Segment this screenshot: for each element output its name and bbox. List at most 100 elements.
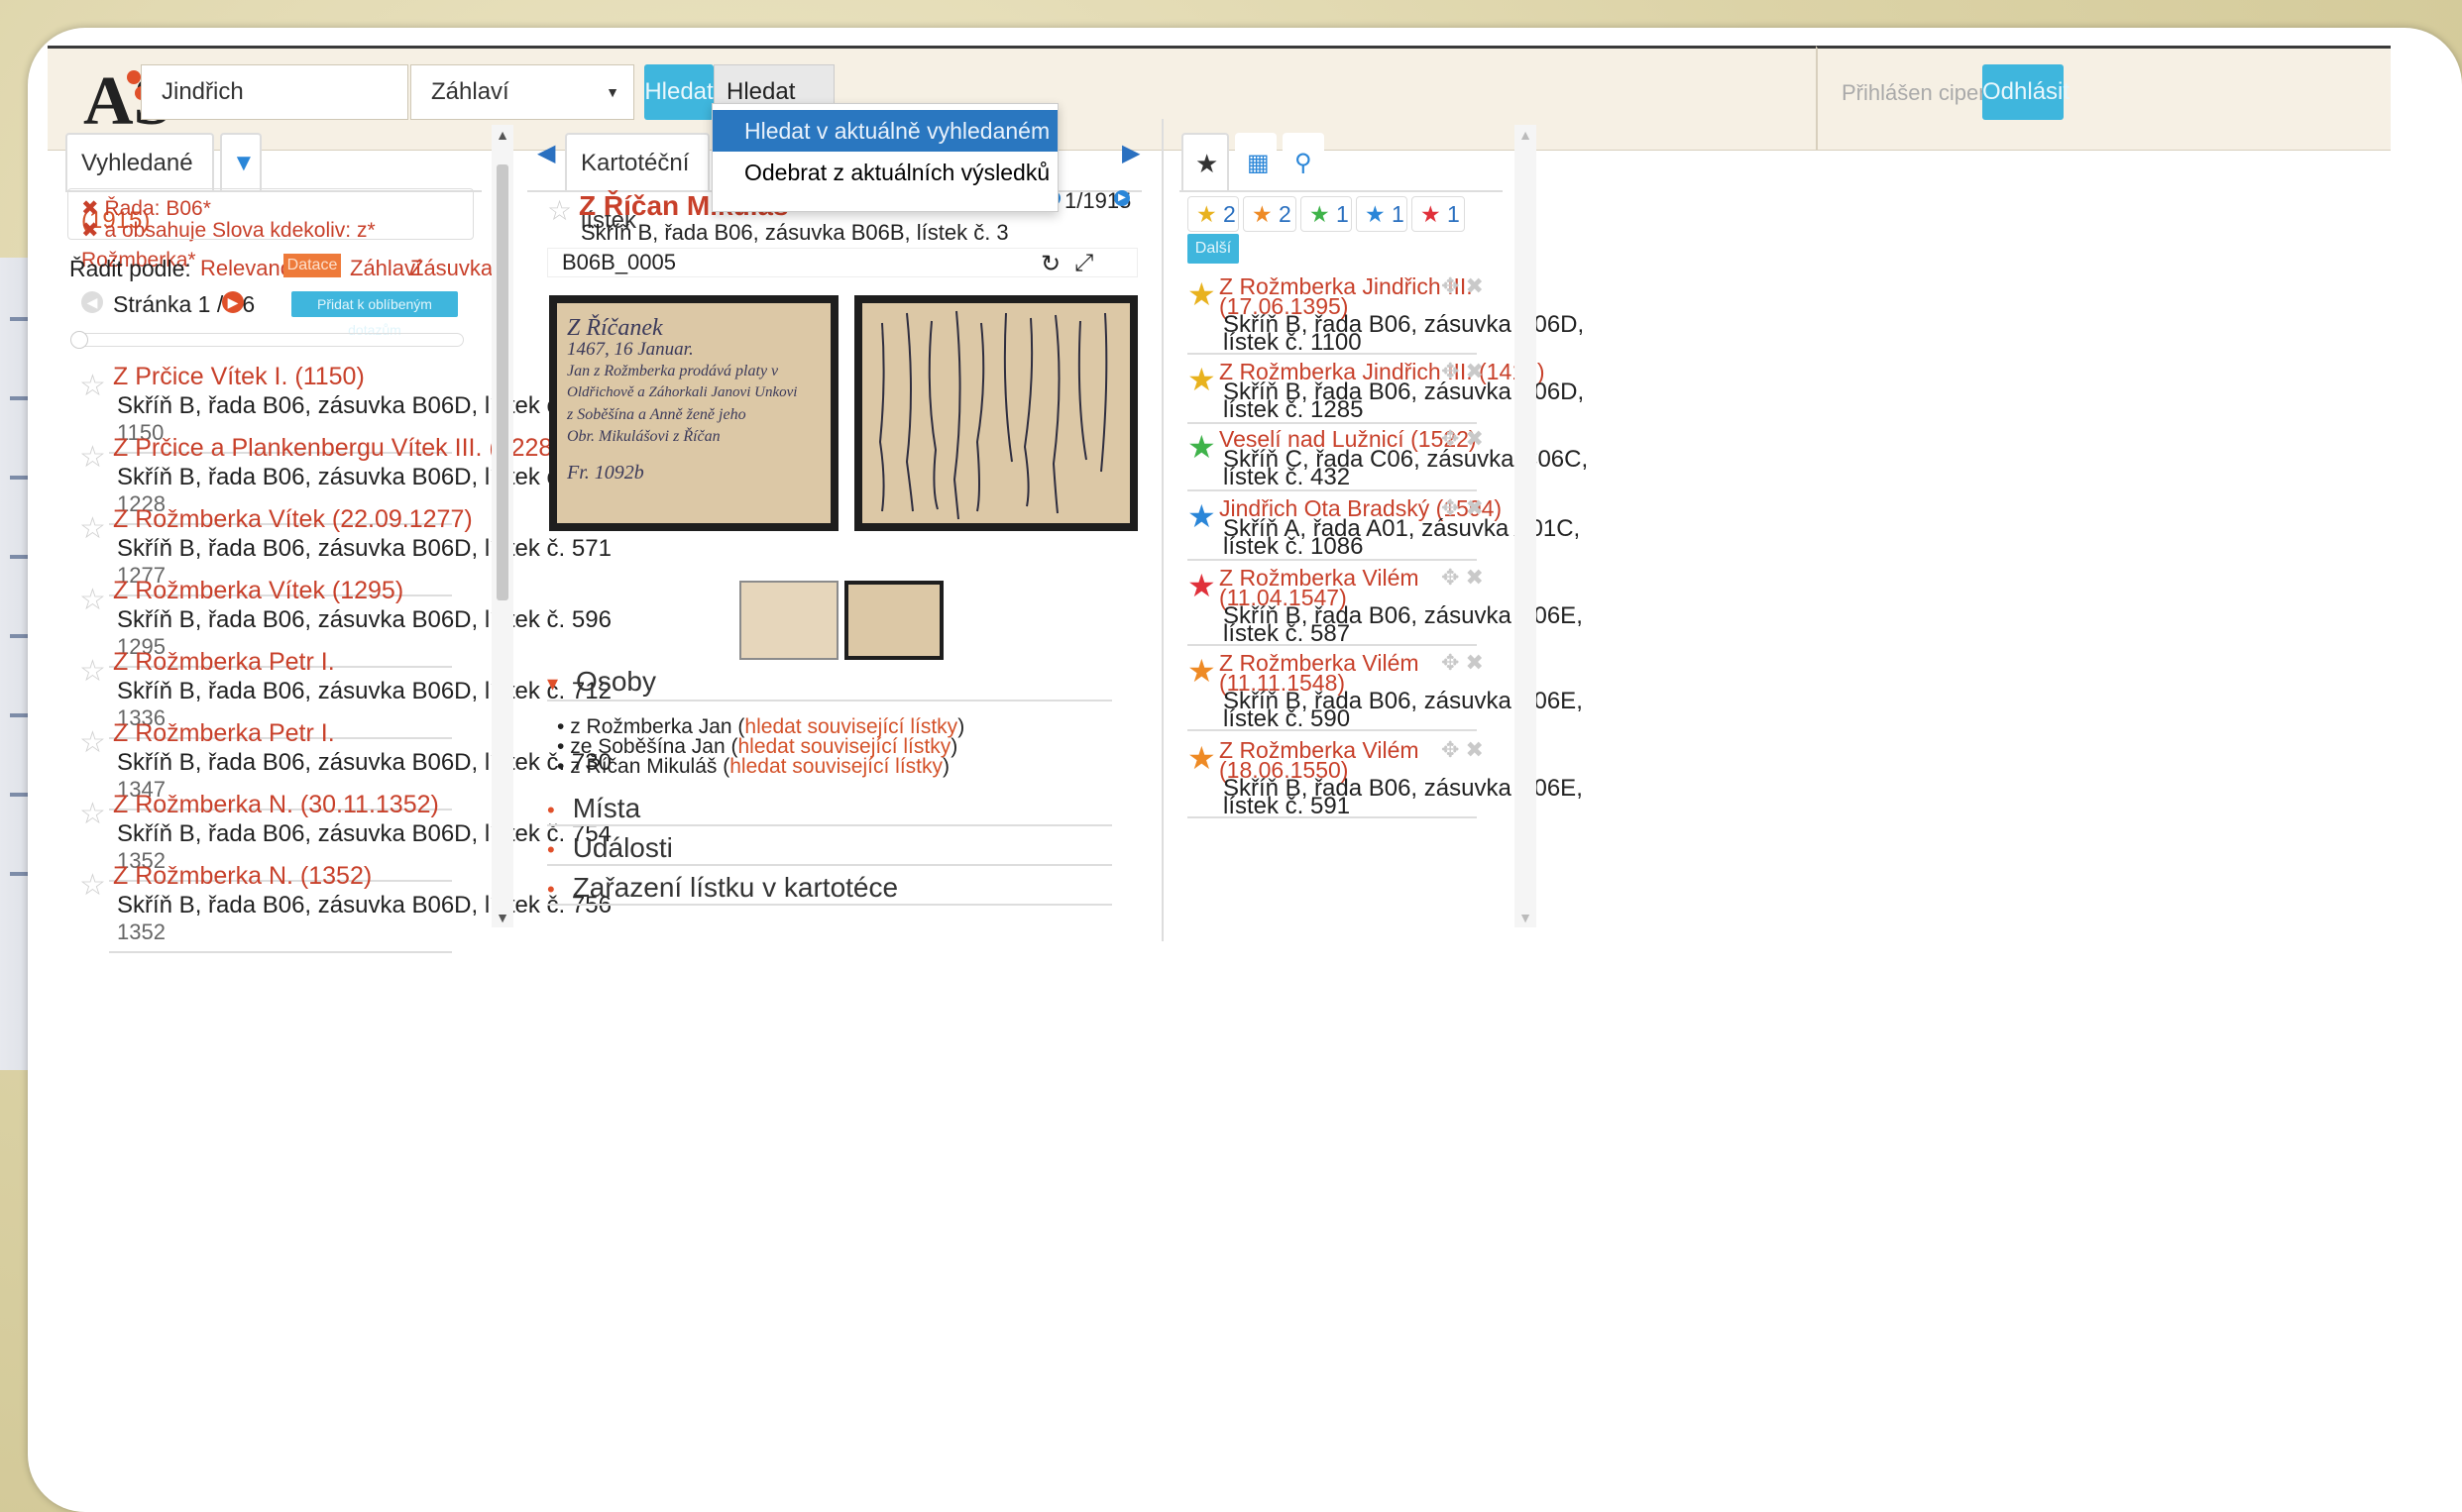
- next-result-icon[interactable]: ▶: [1114, 190, 1130, 206]
- next-card-icon[interactable]: ▶: [1122, 139, 1140, 167]
- scroll-down-icon[interactable]: ▼: [1514, 910, 1536, 925]
- sort-drawer[interactable]: Zásuvka: [410, 256, 493, 281]
- move-remove-icons[interactable]: ✥ ✖: [1441, 650, 1484, 676]
- move-remove-icons[interactable]: ✥ ✖: [1441, 495, 1484, 521]
- divider: [547, 904, 1112, 906]
- star-outline-icon[interactable]: ☆: [79, 369, 106, 403]
- thumb-back[interactable]: [844, 581, 944, 660]
- move-remove-icons[interactable]: ✥ ✖: [1441, 273, 1484, 299]
- scroll-up-icon[interactable]: ▲: [492, 127, 513, 143]
- section-classification-label: Zařazení lístku v kartotéce: [572, 872, 899, 903]
- chip-orange[interactable]: ★ 2: [1243, 196, 1296, 232]
- next-page-icon[interactable]: ▶: [222, 291, 244, 313]
- section-places-label: Místa: [572, 793, 641, 823]
- section-events[interactable]: • Události: [547, 832, 673, 864]
- triangle-right-icon: •: [547, 837, 555, 862]
- card-handwriting: z Soběšína a Anně ženě jeho: [567, 406, 746, 423]
- menu-item-search-within[interactable]: Hledat v aktuálně vyhledaném: [713, 110, 1058, 152]
- result-location: Skříň B, řada B06, zásuvka B06D, lístek …: [117, 892, 612, 918]
- card-front-image[interactable]: Z Říčanek 1467, 16 Januar. Jan z Rožmber…: [549, 295, 839, 531]
- logout-button[interactable]: Odhlásit: [1982, 64, 2070, 120]
- star-orange-icon[interactable]: ★: [1187, 739, 1216, 777]
- move-remove-icons[interactable]: ✥ ✖: [1441, 565, 1484, 591]
- fullscreen-icon[interactable]: ⤢: [1074, 250, 1093, 277]
- result-location: Skříň B, řada B06, zásuvka B06D, lístek …: [117, 606, 612, 633]
- section-persons[interactable]: ▾ Osoby: [547, 666, 656, 698]
- right-scrollbar[interactable]: ▲ ▼: [1514, 125, 1536, 927]
- result-title[interactable]: Z Rožmberka N. (1352): [113, 862, 372, 891]
- chip-blue[interactable]: ★ 1: [1356, 196, 1407, 232]
- page-slider-handle[interactable]: [70, 331, 88, 349]
- triangle-down-icon: ▾: [547, 671, 559, 696]
- search-other-menu: Hledat v aktuálně vyhledaném Odebrat z a…: [712, 103, 1059, 212]
- left-scroll-thumb[interactable]: [497, 164, 508, 600]
- star-outline-icon[interactable]: ☆: [79, 868, 106, 903]
- person-name: z Říčan Mikuláš: [570, 755, 718, 778]
- star-yellow-icon[interactable]: ★: [1187, 361, 1216, 398]
- star-outline-icon[interactable]: ☆: [79, 583, 106, 617]
- rotate-icon[interactable]: ↻: [1041, 250, 1061, 278]
- panel-divider: [1162, 119, 1164, 941]
- star-outline-icon[interactable]: ☆: [79, 797, 106, 831]
- divider: [547, 864, 1112, 866]
- related-cards-link[interactable]: hledat související lístky: [729, 755, 943, 778]
- section-places[interactable]: • Místa: [547, 793, 640, 824]
- move-remove-icons[interactable]: ✥ ✖: [1441, 737, 1484, 763]
- thumb-front[interactable]: [739, 581, 839, 660]
- tab-search[interactable]: ⚲: [1283, 133, 1324, 192]
- tab-filter[interactable]: ▼: [220, 133, 262, 192]
- card-code-text: B06B_0005: [562, 250, 676, 274]
- menu-item-remove-from-results[interactable]: Odebrat z aktuálních výsledků: [713, 152, 1058, 193]
- star-outline-icon[interactable]: ☆: [79, 654, 106, 689]
- section-persons-label: Osoby: [576, 666, 656, 697]
- chevron-down-icon: ▼: [606, 84, 619, 100]
- card-back-image[interactable]: [854, 295, 1138, 531]
- star-blue-icon[interactable]: ★: [1187, 497, 1216, 535]
- tab-found[interactable]: Vyhledané (1915): [65, 133, 214, 234]
- star-green-icon[interactable]: ★: [1187, 428, 1216, 466]
- field-select[interactable]: Záhlaví ▼: [410, 64, 634, 120]
- star-outline-icon[interactable]: ☆: [79, 725, 106, 760]
- star-outline-icon[interactable]: ☆: [79, 511, 106, 546]
- chip-count: 2: [1223, 201, 1236, 227]
- chip-red[interactable]: ★ 1: [1411, 196, 1465, 232]
- scroll-down-icon[interactable]: ▼: [492, 910, 513, 925]
- star-yellow-icon[interactable]: ★: [1187, 275, 1216, 313]
- result-title[interactable]: Z Rožmberka Petr I.: [113, 648, 335, 677]
- section-classification[interactable]: • Zařazení lístku v kartotéce: [547, 872, 898, 904]
- result-title[interactable]: Z Rožmberka Petr I.: [113, 719, 335, 748]
- prev-card-icon[interactable]: ◀: [537, 139, 555, 167]
- result-title[interactable]: Z Rožmberka Vítek (22.09.1277): [113, 505, 473, 534]
- chip-green[interactable]: ★ 1: [1300, 196, 1352, 232]
- tab-favorites[interactable]: ★: [1181, 133, 1229, 192]
- chip-yellow[interactable]: ★ 2: [1187, 196, 1239, 232]
- tab-grid[interactable]: ▦: [1235, 133, 1277, 192]
- search-input[interactable]: Jindřich: [141, 64, 408, 120]
- result-location: Skříň B, řada B06, zásuvka B06D, lístek …: [117, 749, 612, 776]
- tab-found-label: Vyhledané: [81, 150, 193, 176]
- prev-page-icon[interactable]: ◀: [81, 291, 103, 313]
- chip-count: 1: [1336, 201, 1349, 227]
- search-button[interactable]: Hledat: [644, 64, 714, 120]
- star-outline-icon[interactable]: ☆: [547, 194, 572, 227]
- tab-card[interactable]: Kartotéční lístek: [565, 133, 710, 234]
- favorite-card-no: lístek č. 432: [1223, 464, 1351, 490]
- more-button[interactable]: Další: [1187, 234, 1239, 264]
- left-scrollbar[interactable]: ▲ ▼: [492, 125, 513, 927]
- user-area: Přihlášen ciperova Odhlásit: [1816, 46, 2391, 151]
- sort-dating[interactable]: Datace: [283, 254, 341, 277]
- card-subtitle: Skříň B, řada B06, zásuvka B06B, lístek …: [581, 220, 1009, 245]
- star-red-icon[interactable]: ★: [1187, 567, 1216, 604]
- result-title[interactable]: Z Rožmberka Vítek (1295): [113, 577, 403, 605]
- star-orange-icon[interactable]: ★: [1187, 652, 1216, 690]
- page-slider[interactable]: [70, 331, 464, 349]
- divider: [547, 824, 1112, 826]
- result-title[interactable]: Z Rožmberka N. (30.11.1352): [113, 791, 439, 819]
- move-remove-icons[interactable]: ✥ ✖: [1441, 426, 1484, 452]
- star-outline-icon[interactable]: ☆: [79, 440, 106, 475]
- scroll-up-icon[interactable]: ▲: [1514, 127, 1536, 143]
- move-remove-icons[interactable]: ✥ ✖: [1441, 359, 1484, 384]
- result-title[interactable]: Z Prčice Vítek I. (1150): [113, 363, 365, 391]
- add-favorite-query-button[interactable]: Přidat k oblíbeným dotazům: [291, 291, 458, 338]
- result-location: Skříň B, řada B06, zásuvka B06D, lístek …: [117, 464, 612, 490]
